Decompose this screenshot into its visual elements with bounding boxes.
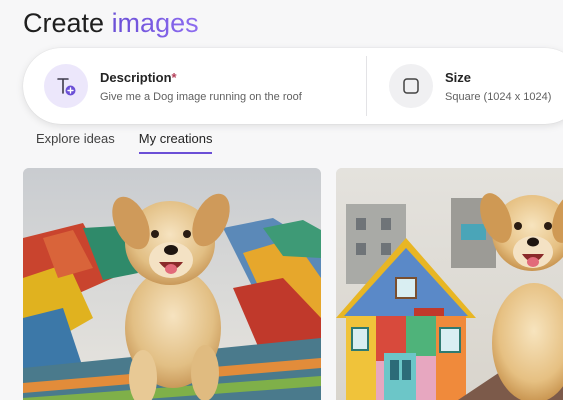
tab-explore-ideas[interactable]: Explore ideas xyxy=(36,130,115,154)
generated-image-2[interactable] xyxy=(336,168,563,400)
description-label: Description* xyxy=(100,69,302,86)
prompt-card: Description* Give me a Dog image running… xyxy=(23,48,563,124)
tab-bar: Explore ideas My creations xyxy=(36,130,236,154)
description-label-text: Description xyxy=(100,69,172,85)
page-title-plain: Create xyxy=(23,8,105,38)
size-label: Size xyxy=(445,69,472,85)
description-field[interactable]: Description* Give me a Dog image running… xyxy=(23,48,366,124)
dog-rooftop-image-1 xyxy=(23,168,321,400)
tab-my-creations[interactable]: My creations xyxy=(138,130,213,154)
page-title-accent: images xyxy=(111,8,199,38)
text-add-icon xyxy=(44,64,88,108)
square-icon xyxy=(389,64,433,108)
page-title: Create images xyxy=(23,6,199,40)
size-value[interactable]: Square (1024 x 1024) xyxy=(445,90,551,104)
size-field[interactable]: Size Square (1024 x 1024) xyxy=(367,48,563,124)
description-input[interactable]: Give me a Dog image running on the roof xyxy=(100,90,302,104)
generated-image-1[interactable] xyxy=(23,168,321,400)
required-marker: * xyxy=(171,69,177,85)
dog-rooftop-image-2 xyxy=(336,168,563,400)
